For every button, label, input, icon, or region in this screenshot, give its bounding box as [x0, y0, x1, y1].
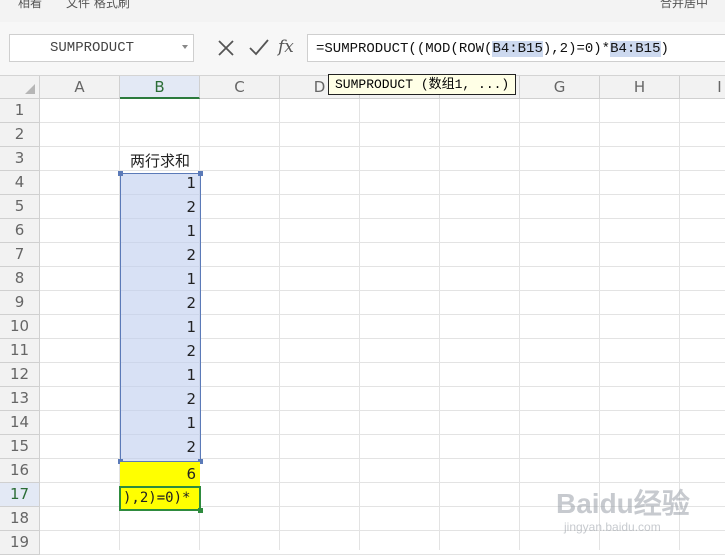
column-header-g[interactable]: G — [520, 76, 600, 99]
formula-row: SUMPRODUCT fx =SUMPRODUCT((MOD(ROW(B4:B1… — [0, 22, 725, 76]
toolbar-fragment-right[interactable]: 合并居中 — [660, 0, 708, 11]
ribbon-toolbar-strip: 相看 文件 格式刷 合并居中 — [0, 0, 725, 23]
confirm-icon[interactable] — [248, 36, 269, 58]
gridline-horizontal — [40, 146, 725, 147]
row-header-10[interactable]: 10 — [0, 315, 40, 339]
cell-b8[interactable]: 1 — [120, 267, 200, 291]
formula-input[interactable]: =SUMPRODUCT((MOD(ROW(B4:B15),2)=0)*B4:B1… — [307, 34, 725, 62]
select-all-corner[interactable] — [0, 76, 40, 99]
row-header-14[interactable]: 14 — [0, 411, 40, 435]
row-header-5[interactable]: 5 — [0, 195, 40, 219]
row-header-2[interactable]: 2 — [0, 123, 40, 147]
formula-part-3: ) — [660, 41, 669, 57]
cell-b16-total[interactable]: 6 — [120, 462, 200, 486]
formula-ref-2: B4:B15 — [610, 41, 661, 57]
row-header-13[interactable]: 13 — [0, 387, 40, 411]
row-header-6[interactable]: 6 — [0, 219, 40, 243]
row-header-18[interactable]: 18 — [0, 507, 40, 531]
cell-b11[interactable]: 2 — [120, 339, 200, 363]
row-header-4[interactable]: 4 — [0, 171, 40, 195]
row-header-17[interactable]: 17 — [0, 483, 40, 507]
row-header-11[interactable]: 11 — [0, 339, 40, 363]
formula-ref-1: B4:B15 — [492, 41, 543, 57]
row-header-3[interactable]: 3 — [0, 147, 40, 171]
gridline-horizontal — [40, 122, 725, 123]
name-box-dropdown-icon[interactable] — [182, 45, 188, 49]
select-all-icon — [25, 84, 35, 94]
cell-b17-editing[interactable]: ),2)=0)* — [119, 486, 201, 511]
cell-b9[interactable]: 2 — [120, 291, 200, 315]
formula-text: =SUMPRODUCT((MOD(ROW(B4:B15),2)=0)*B4:B1… — [316, 41, 669, 57]
cell-b6[interactable]: 1 — [120, 219, 200, 243]
watermark-main: Baidu经验 — [556, 488, 690, 519]
cell-b5[interactable]: 2 — [120, 195, 200, 219]
row-header-16[interactable]: 16 — [0, 459, 40, 483]
cell-b13[interactable]: 2 — [120, 387, 200, 411]
toolbar-fragment-middle[interactable]: 文件 格式刷 — [66, 0, 130, 11]
watermark-sub: jingyan.baidu.com — [564, 520, 661, 534]
column-header-c[interactable]: C — [200, 76, 280, 99]
cell-b3-header[interactable]: 两行求和 — [120, 149, 200, 173]
row-header-15[interactable]: 15 — [0, 435, 40, 459]
column-header-h[interactable]: H — [600, 76, 680, 99]
row-header-12[interactable]: 12 — [0, 363, 40, 387]
toolbar-fragment-left[interactable]: 相看 — [18, 0, 42, 11]
cell-b14[interactable]: 1 — [120, 411, 200, 435]
fill-handle[interactable] — [198, 508, 203, 513]
row-header-8[interactable]: 8 — [0, 267, 40, 291]
formula-part-1: =SUMPRODUCT((MOD(ROW( — [316, 41, 493, 57]
row-header-7[interactable]: 7 — [0, 243, 40, 267]
baidu-jingyan-watermark: Baidu经验 jingyan.baidu.com — [556, 482, 716, 542]
spreadsheet-grid[interactable]: ABCDEFGHI 12345678910111213141516171819 … — [0, 76, 725, 555]
cell-b10[interactable]: 1 — [120, 315, 200, 339]
column-header-i[interactable]: I — [680, 76, 725, 99]
insert-function-icon[interactable]: fx — [278, 36, 302, 58]
function-tooltip[interactable]: SUMPRODUCT (数组1, ...) — [328, 74, 517, 95]
name-box-value: SUMPRODUCT — [50, 40, 135, 56]
cancel-icon[interactable] — [216, 36, 236, 58]
column-header-b[interactable]: B — [120, 76, 200, 99]
formula-part-2: ),2)=0)* — [542, 41, 611, 57]
cell-b12[interactable]: 1 — [120, 363, 200, 387]
row-header-1[interactable]: 1 — [0, 99, 40, 123]
row-header-9[interactable]: 9 — [0, 291, 40, 315]
column-header-a[interactable]: A — [40, 76, 120, 99]
cell-b7[interactable]: 2 — [120, 243, 200, 267]
cell-b4[interactable]: 1 — [120, 171, 200, 195]
cell-b15[interactable]: 2 — [120, 435, 200, 459]
row-header-19[interactable]: 19 — [0, 531, 40, 555]
name-box[interactable]: SUMPRODUCT — [9, 34, 194, 62]
